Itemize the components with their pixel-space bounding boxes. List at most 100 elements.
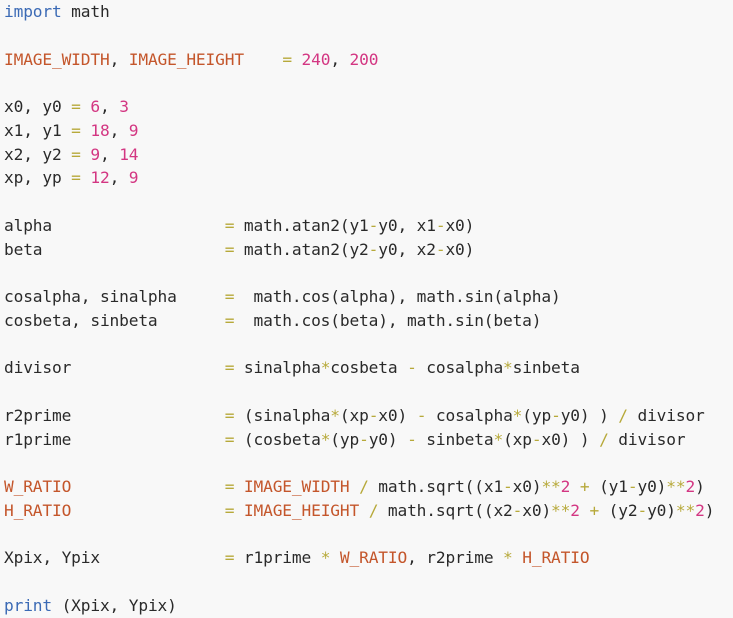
code-token-number: 9: [128, 168, 139, 188]
code-token-operator: *: [320, 548, 331, 568]
code-line: import math: [4, 0, 110, 24]
code-line: cosbeta, sinbeta = math.cos(beta), math.…: [4, 309, 542, 333]
code-token-assign: =: [224, 310, 235, 330]
code-token-plain: (xp: [503, 429, 532, 449]
code-token-constant: IMAGE_HEIGHT: [243, 500, 360, 520]
code-token-plain: (sinalpha: [234, 405, 331, 425]
code-token-plain: math.atan2(y2: [234, 239, 369, 259]
code-token-plain: sinbeta: [416, 429, 494, 449]
code-token-constant: IMAGE_WIDTH: [4, 49, 110, 69]
code-token-constant: W_RATIO: [4, 477, 72, 496]
code-token-assign: =: [224, 500, 235, 520]
code-token-assign: =: [224, 548, 235, 568]
code-token-plain: math.sqrt((x1: [368, 477, 504, 496]
code-token-operator: -: [503, 477, 513, 496]
code-token-operator: **: [541, 477, 561, 496]
code-token-plain: xp, yp: [4, 168, 72, 188]
code-token-operator: -: [551, 405, 561, 425]
code-token-number: 240: [301, 49, 331, 69]
code-token-plain: (y2: [599, 500, 638, 520]
code-token-assign: =: [224, 287, 235, 306]
code-editor[interactable]: import math IMAGE_WIDTH, IMAGE_HEIGHT = 2…: [0, 0, 733, 618]
code-line: divisor = sinalpha*cosbeta - cosalpha*si…: [4, 356, 580, 380]
code-token-plain: x0): [445, 215, 475, 235]
code-token-plain: (yp: [330, 429, 360, 449]
code-token-assign: =: [282, 49, 292, 69]
code-token-plain: ): [704, 500, 715, 520]
code-token-plain: math: [61, 2, 110, 21]
code-token-operator: /: [599, 429, 609, 449]
code-line: x0, y0 = 6, 3: [4, 95, 129, 119]
code-line: beta = math.atan2(y2-y0, x2-x0): [4, 238, 474, 262]
code-token-operator: -: [407, 429, 417, 449]
code-token-plain: x0, y0: [4, 97, 72, 116]
code-token-assign: =: [224, 477, 235, 496]
code-token-number: 6: [90, 97, 100, 116]
code-line: cosalpha, sinalpha = math.cos(alpha), ma…: [4, 285, 561, 309]
code-token-operator: -: [368, 239, 379, 259]
code-token-number: 14: [119, 144, 139, 164]
code-token-constant: IMAGE_HEIGHT: [128, 49, 244, 69]
code-token-constant: IMAGE_WIDTH: [243, 477, 350, 496]
code-token-plain: y0, x1: [378, 215, 436, 235]
code-token-plain: math.cos(beta), math.sin(beta): [234, 310, 542, 330]
code-token-operator: **: [666, 477, 686, 496]
code-token-operator: -: [407, 358, 417, 378]
code-line: alpha = math.atan2(y1-y0, x1-x0): [4, 214, 474, 238]
code-token-assign: =: [71, 97, 81, 116]
code-token-plain: x0) ): [541, 429, 600, 449]
code-token-number: 9: [128, 120, 139, 140]
code-line: W_RATIO = IMAGE_WIDTH / math.sqrt((x1-x0…: [4, 475, 705, 499]
code-token-operator: *: [493, 429, 504, 449]
code-token-constant: W_RATIO: [339, 548, 408, 568]
code-token-assign: =: [71, 120, 81, 140]
code-token-plain: math.cos(alpha), math.sin(alpha): [234, 287, 561, 306]
code-token-plain: alpha: [4, 215, 225, 235]
code-token-operator: /: [618, 405, 628, 425]
code-token-plain: x2, y2: [4, 144, 72, 164]
code-token-plain: sinbeta: [512, 358, 580, 378]
code-token-plain: r1prime: [4, 429, 225, 449]
code-token-plain: , r2prime: [407, 548, 504, 568]
code-token-plain: divisor: [627, 405, 705, 425]
code-token-plain: (Xpix, Ypix): [51, 595, 177, 615]
code-token-plain: cosalpha: [416, 358, 504, 378]
code-token-plain: math.atan2(y1: [234, 215, 369, 235]
code-token-plain: ,: [109, 120, 129, 140]
code-token-plain: ,: [330, 49, 350, 69]
code-token-number: 9: [90, 144, 100, 164]
code-token-operator: -: [368, 405, 379, 425]
code-token-number: 2: [570, 500, 580, 520]
code-token-assign: =: [71, 168, 81, 188]
code-line: x2, y2 = 9, 14: [4, 143, 139, 167]
code-line: H_RATIO = IMAGE_HEIGHT / math.sqrt((x2-x…: [4, 499, 714, 523]
code-token-plain: Xpix, Ypix: [4, 548, 225, 568]
code-token-plain: y0) ): [560, 405, 619, 425]
code-token-constant: H_RATIO: [522, 548, 590, 568]
code-token-plain: cosalpha: [426, 405, 513, 425]
code-token-assign: =: [71, 144, 81, 164]
code-token-plain: (yp: [522, 405, 552, 425]
code-token-operator: /: [368, 500, 379, 520]
code-token-plain: x0): [378, 405, 417, 425]
code-token-plain: (cosbeta: [234, 429, 321, 449]
code-token-plain: r2prime: [4, 405, 225, 425]
code-token-number: 12: [90, 168, 110, 188]
code-token-operator: -: [435, 239, 446, 259]
code-token-plain: divisor: [608, 429, 686, 449]
code-token-plain: sinalpha: [234, 358, 321, 378]
code-token-plain: y0): [647, 500, 676, 520]
code-token-assign: =: [224, 358, 235, 378]
code-token-operator: *: [330, 405, 340, 425]
